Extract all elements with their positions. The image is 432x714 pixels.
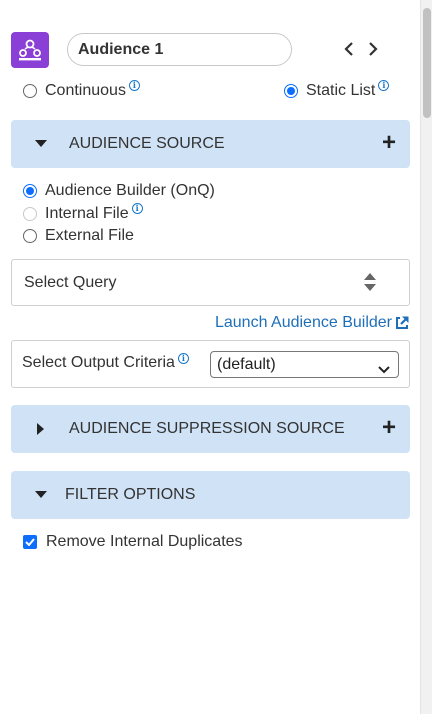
audience-source-title: AUDIENCE SOURCE: [69, 135, 225, 152]
caret-right-icon: [35, 423, 47, 435]
builder-radio[interactable]: [23, 184, 37, 198]
continuous-radio[interactable]: [23, 84, 37, 98]
people-network-icon: [11, 32, 49, 68]
output-criteria-row: Select Output Criteria i (default): [11, 340, 410, 388]
audience-source-header[interactable]: AUDIENCE SOURCE +: [11, 120, 410, 168]
info-icon[interactable]: i: [128, 79, 140, 91]
remove-duplicates-option[interactable]: Remove Internal Duplicates: [23, 533, 243, 551]
static-list-label: Static List: [306, 82, 376, 99]
launch-audience-builder-link[interactable]: Launch Audience Builder: [215, 314, 392, 332]
output-criteria-value: (default): [217, 355, 276, 373]
suppression-source-header[interactable]: AUDIENCE SUPPRESSION SOURCE +: [11, 405, 410, 453]
plus-icon[interactable]: +: [382, 131, 396, 155]
chevron-down-icon: [378, 361, 390, 379]
continuous-label: Continuous: [45, 82, 126, 99]
audience-title-input[interactable]: [67, 33, 292, 66]
info-icon[interactable]: i: [177, 352, 189, 364]
sort-icon: [363, 272, 377, 297]
static-list-option[interactable]: Static List i: [284, 79, 390, 100]
info-icon[interactable]: i: [378, 79, 390, 91]
source-option-internal-file: Internal File i: [23, 202, 143, 223]
remove-duplicates-checkbox[interactable]: [23, 535, 37, 549]
source-option-external-file[interactable]: External File: [23, 227, 134, 245]
external-file-radio[interactable]: [23, 229, 37, 243]
plus-icon[interactable]: +: [382, 416, 396, 440]
chevron-left-icon[interactable]: [342, 38, 356, 60]
chevron-right-icon[interactable]: [366, 38, 380, 60]
vertical-scrollbar[interactable]: [420, 0, 432, 714]
internal-file-label: Internal File: [45, 205, 129, 222]
navigation-arrows: [342, 38, 380, 60]
output-criteria-label: Select Output Criteria i: [22, 352, 189, 372]
scrollbar-thumb[interactable]: [423, 8, 431, 118]
builder-label: Audience Builder (OnQ): [45, 182, 215, 199]
source-option-builder[interactable]: Audience Builder (OnQ): [23, 182, 215, 200]
filter-options-header[interactable]: FILTER OPTIONS: [11, 471, 410, 519]
remove-duplicates-label: Remove Internal Duplicates: [46, 533, 243, 550]
caret-down-icon: [35, 491, 47, 499]
external-file-label: External File: [45, 227, 134, 244]
caret-down-icon: [35, 140, 47, 148]
internal-file-radio: [23, 207, 37, 221]
suppression-source-title: AUDIENCE SUPPRESSION SOURCE: [69, 420, 345, 437]
select-query-dropdown[interactable]: Select Query: [11, 259, 410, 306]
static-list-radio[interactable]: [284, 84, 298, 98]
output-criteria-text: Select Output Criteria: [22, 354, 175, 371]
audience-panel: Continuous i Static List i AUDIENCE SOUR…: [0, 0, 420, 714]
select-query-label: Select Query: [24, 273, 117, 291]
output-criteria-select[interactable]: (default): [210, 351, 399, 378]
filter-options-title: FILTER OPTIONS: [65, 486, 196, 503]
header: [11, 32, 410, 68]
external-link-icon[interactable]: [394, 315, 410, 336]
info-icon[interactable]: i: [131, 202, 143, 214]
continuous-option[interactable]: Continuous i: [23, 79, 140, 100]
